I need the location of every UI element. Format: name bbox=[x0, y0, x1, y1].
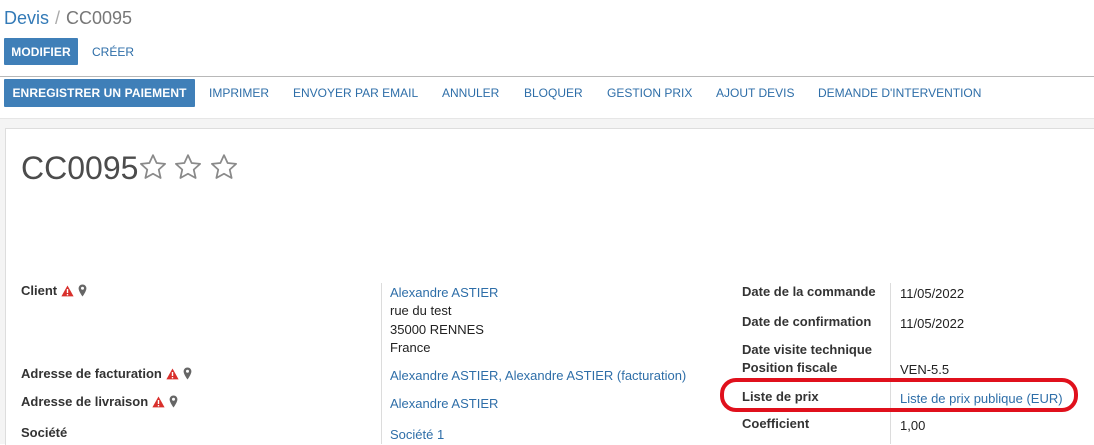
intervention-request-button[interactable]: DEMANDE D'INTERVENTION bbox=[818, 86, 981, 100]
company-link[interactable]: Société 1 bbox=[390, 427, 444, 442]
warning-triangle-icon bbox=[166, 368, 179, 380]
invoice-address-label-text: Adresse de facturation bbox=[21, 366, 162, 381]
client-address-line: France bbox=[390, 340, 431, 355]
map-marker-icon[interactable] bbox=[183, 367, 192, 380]
invoice-address-label: Adresse de facturation bbox=[21, 366, 192, 381]
print-button[interactable]: IMPRIMER bbox=[209, 86, 269, 100]
delivery-address-label: Adresse de livraison bbox=[21, 394, 178, 409]
warning-triangle-icon bbox=[61, 285, 74, 297]
control-panel-divider bbox=[0, 76, 1094, 77]
field-separator bbox=[890, 283, 891, 444]
confirmation-date-label: Date de confirmation bbox=[742, 314, 872, 329]
coefficient-value: 1,00 bbox=[900, 418, 926, 433]
client-link[interactable]: Alexandre ASTIER bbox=[390, 285, 498, 300]
map-marker-icon[interactable] bbox=[78, 284, 87, 297]
breadcrumb-parent-link[interactable]: Devis bbox=[4, 8, 49, 28]
create-button[interactable]: CRÉER bbox=[92, 45, 134, 59]
star-outline-icon[interactable] bbox=[209, 152, 239, 182]
record-title: CC0095 bbox=[21, 150, 139, 186]
block-button[interactable]: BLOQUER bbox=[524, 86, 583, 100]
price-management-button[interactable]: GESTION PRIX bbox=[607, 86, 692, 100]
coefficient-label: Coefficient bbox=[742, 416, 810, 431]
field-separator bbox=[381, 283, 382, 444]
add-quote-button[interactable]: AJOUT DEVIS bbox=[716, 86, 794, 100]
technical-visit-date-label: Date visite technique bbox=[742, 342, 873, 357]
client-label-text: Client bbox=[21, 283, 58, 298]
breadcrumb: Devis / CC0095 bbox=[4, 8, 132, 29]
map-marker-icon[interactable] bbox=[169, 395, 178, 408]
edit-button[interactable]: MODIFIER bbox=[4, 38, 78, 65]
company-label: Société bbox=[21, 425, 67, 440]
client-label: Client bbox=[21, 283, 87, 298]
delivery-address-label-text: Adresse de livraison bbox=[21, 394, 149, 409]
order-date-value: 11/05/2022 bbox=[900, 286, 965, 301]
client-address-line: rue du test bbox=[390, 303, 452, 318]
star-outline-icon[interactable] bbox=[173, 152, 203, 182]
confirmation-date-value: 11/05/2022 bbox=[900, 316, 965, 331]
company-label-text: Société bbox=[21, 425, 68, 440]
invoice-address-link[interactable]: Alexandre ASTIER, Alexandre ASTIER (fact… bbox=[390, 368, 686, 383]
order-date-label: Date de la commande bbox=[742, 284, 876, 299]
register-payment-button[interactable]: ENREGISTRER UN PAIEMENT bbox=[4, 79, 195, 107]
warning-triangle-icon bbox=[152, 396, 165, 408]
breadcrumb-separator: / bbox=[55, 8, 61, 28]
star-outline-icon[interactable] bbox=[138, 152, 168, 182]
breadcrumb-current: CC0095 bbox=[66, 8, 133, 28]
send-email-button[interactable]: ENVOYER PAR EMAIL bbox=[293, 86, 418, 100]
client-address-line: 35000 RENNES bbox=[390, 322, 484, 337]
fiscal-position-label: Position fiscale bbox=[742, 360, 838, 375]
delivery-address-link[interactable]: Alexandre ASTIER bbox=[390, 396, 498, 411]
pricelist-highlight-annotation bbox=[720, 378, 1078, 412]
fiscal-position-value: VEN-5.5 bbox=[900, 362, 950, 377]
cancel-button[interactable]: ANNULER bbox=[442, 86, 499, 100]
